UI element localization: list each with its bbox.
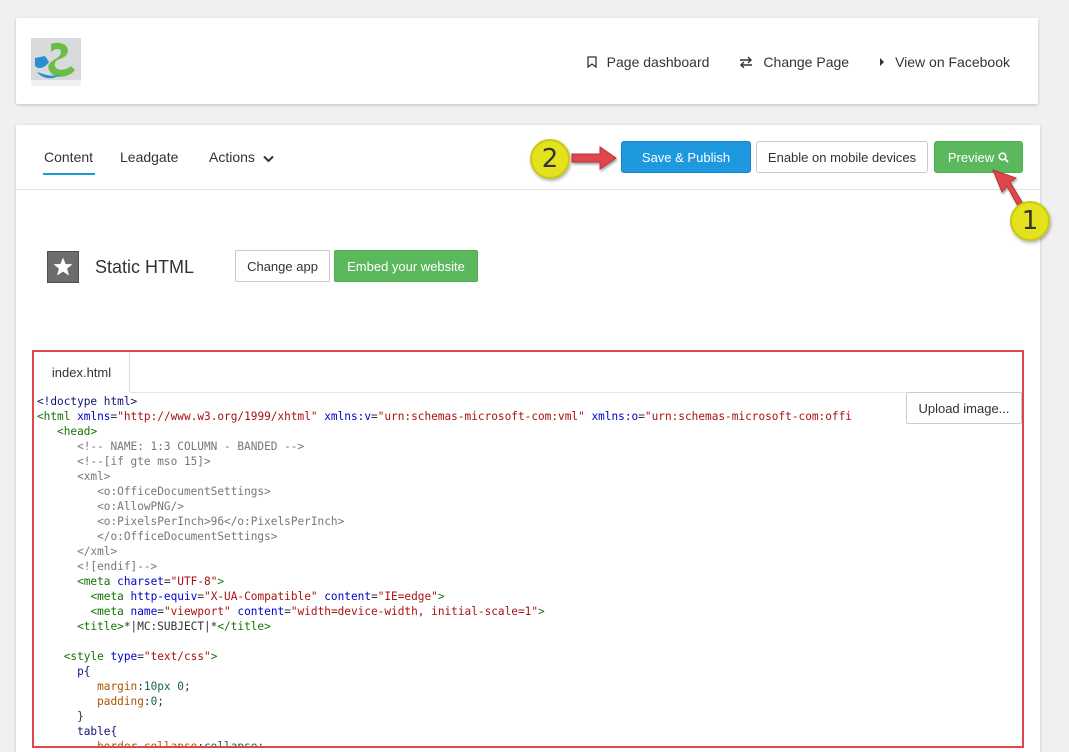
top-header: Page dashboard Change Page View on Faceb… xyxy=(16,18,1038,104)
site-logo[interactable] xyxy=(31,38,81,86)
nav-page-dashboard-label: Page dashboard xyxy=(606,54,710,70)
bookmark-icon xyxy=(587,56,597,68)
annotation-badge-1: 1 xyxy=(1010,201,1050,241)
code-editor[interactable]: index.html Upload image... <!doctype htm… xyxy=(32,350,1024,748)
star-icon xyxy=(47,251,79,283)
editor-divider xyxy=(130,392,1022,393)
tab-leadgate[interactable]: Leadgate xyxy=(120,149,178,165)
enable-mobile-button[interactable]: Enable on mobile devices xyxy=(756,141,928,173)
save-publish-button[interactable]: Save & Publish xyxy=(621,141,751,173)
change-app-button[interactable]: Change app xyxy=(235,250,330,282)
embed-website-button[interactable]: Embed your website xyxy=(334,250,478,282)
app-title: Static HTML xyxy=(95,257,195,277)
nav-view-on-facebook-label: View on Facebook xyxy=(895,54,1010,70)
nav-change-page-label: Change Page xyxy=(763,54,850,70)
code-content[interactable]: <!doctype html> <html xmlns="http://www.… xyxy=(37,394,852,746)
nav-page-dashboard[interactable]: Page dashboard xyxy=(587,54,710,70)
tab-actions[interactable]: Actions xyxy=(209,149,274,166)
tab-bar: Content Leadgate Actions Save & Publish … xyxy=(16,125,1040,190)
tab-actions-label: Actions xyxy=(209,149,255,165)
nav-view-on-facebook[interactable]: View on Facebook xyxy=(879,54,1010,70)
upload-image-button[interactable]: Upload image... xyxy=(906,392,1022,424)
swap-arrows-icon xyxy=(739,56,753,68)
main-panel: Content Leadgate Actions Save & Publish … xyxy=(16,125,1040,752)
app-row: Static HTML Change app Embed your websit… xyxy=(16,240,1040,290)
active-tab-indicator xyxy=(43,173,95,175)
annotation-badge-2: 2 xyxy=(530,139,570,179)
file-tab-index-html[interactable]: index.html xyxy=(34,352,130,392)
header-nav: Page dashboard Change Page View on Faceb… xyxy=(557,54,1010,70)
chevron-down-icon xyxy=(263,150,274,166)
preview-label: Preview xyxy=(947,149,995,165)
search-icon xyxy=(998,151,1009,163)
tab-content[interactable]: Content xyxy=(44,149,93,165)
nav-change-page[interactable]: Change Page xyxy=(739,54,849,70)
caret-right-icon xyxy=(879,57,885,67)
preview-button[interactable]: Preview xyxy=(934,141,1023,173)
